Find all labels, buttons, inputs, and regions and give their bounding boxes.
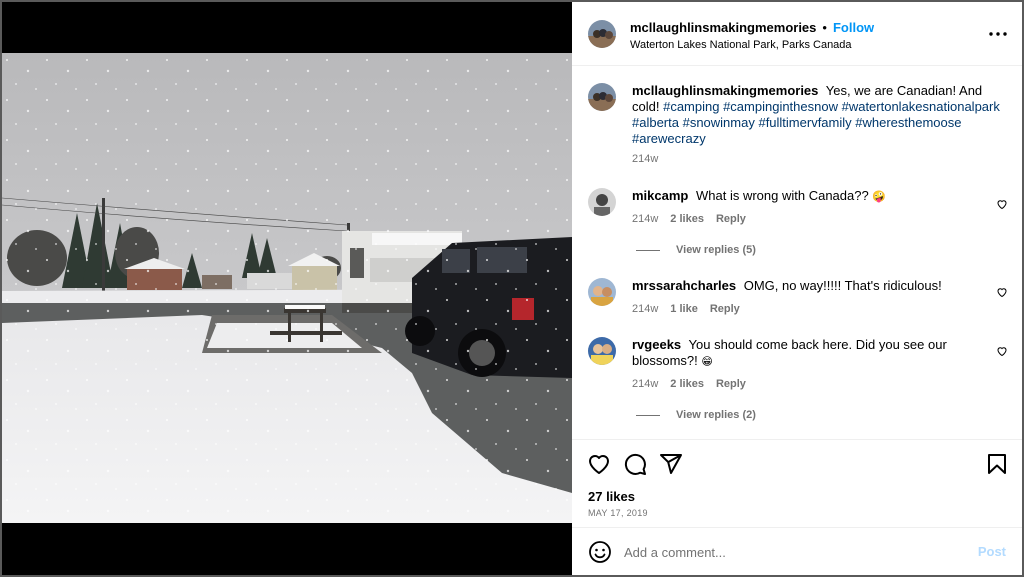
comment-reply-button[interactable]: Reply [716, 213, 746, 225]
comment-username[interactable]: mrssarahcharles [632, 278, 736, 293]
comment-text: What is wrong with Canada?? [696, 188, 869, 203]
post-modal: mcllaughlinsmakingmemories • Follow Watert… [2, 2, 1022, 575]
comment-username[interactable]: mikcamp [632, 188, 688, 203]
caption-username[interactable]: mcllaughlinsmakingmemories [632, 83, 818, 98]
more-icon[interactable] [988, 24, 1008, 44]
commenter-avatar[interactable] [588, 337, 616, 365]
author-line: mcllaughlinsmakingmemories • Follow [630, 20, 874, 35]
post-media [2, 2, 572, 575]
replies-divider [636, 249, 660, 251]
comment-username[interactable]: rvgeeks [632, 337, 681, 352]
commenter-avatar[interactable] [588, 278, 616, 306]
caption-time[interactable]: 214w [632, 153, 658, 165]
comment-body: rvgeeks You should come back here. Did y… [632, 337, 982, 370]
separator-dot: • [822, 20, 827, 35]
comment-likes[interactable]: 2 likes [670, 378, 704, 390]
follow-button[interactable]: Follow [833, 20, 874, 35]
comment-reply-button[interactable]: Reply [710, 303, 740, 315]
comment-likes[interactable]: 1 like [670, 303, 698, 315]
add-comment-bar: Post [572, 527, 1022, 575]
view-replies-label: View replies (5) [676, 244, 756, 256]
like-comment-heart-icon[interactable] [996, 198, 1008, 210]
comment-meta: 214w 2 likes Reply [632, 378, 758, 390]
like-comment-heart-icon[interactable] [996, 345, 1008, 357]
view-replies-label: View replies (2) [676, 409, 756, 421]
caption-body: mcllaughlinsmakingmemories Yes, we are C… [632, 83, 1002, 147]
comment-text: OMG, no way!!!!! That's ridiculous! [743, 278, 942, 293]
snowy-campground-photo [2, 53, 572, 523]
comment-time[interactable]: 214w [632, 213, 658, 225]
comment-meta: 214w 1 like Reply [632, 303, 752, 315]
emoji-icon[interactable] [588, 540, 612, 564]
caption-meta: 214w [632, 153, 670, 165]
commenter-avatar[interactable] [588, 188, 616, 216]
caption-avatar[interactable] [588, 83, 616, 111]
post-header: mcllaughlinsmakingmemories • Follow Watert… [572, 2, 1022, 66]
comment-time[interactable]: 214w [632, 378, 658, 390]
comments-section[interactable]: mcllaughlinsmakingmemories Yes, we are C… [572, 67, 1022, 439]
view-replies-button[interactable]: View replies (5) [632, 244, 756, 256]
share-icon[interactable] [659, 452, 683, 476]
comment-emoji: 😁 [701, 355, 713, 368]
author-avatar[interactable] [588, 20, 616, 48]
comment-reply-button[interactable]: Reply [716, 378, 746, 390]
post-photo[interactable] [2, 53, 572, 523]
comment-meta: 214w 2 likes Reply [632, 213, 758, 225]
replies-divider [636, 414, 660, 416]
post-comment-button[interactable]: Post [978, 544, 1006, 559]
post-side-panel: mcllaughlinsmakingmemories • Follow Watert… [572, 2, 1022, 575]
bookmark-icon[interactable] [985, 452, 1009, 476]
comment-input[interactable] [624, 540, 954, 564]
comment-emoji: 🤪 [872, 190, 887, 203]
comment-body: mikcamp What is wrong with Canada?? 🤪 [632, 188, 982, 205]
likes-count[interactable]: 27 likes [588, 489, 635, 504]
comment-time[interactable]: 214w [632, 303, 658, 315]
comment-body: mrssarahcharles OMG, no way!!!!! That's … [632, 278, 982, 294]
author-username[interactable]: mcllaughlinsmakingmemories [630, 20, 816, 35]
post-location[interactable]: Waterton Lakes National Park, Parks Cana… [630, 39, 852, 51]
comment-icon[interactable] [623, 452, 647, 476]
comment-likes[interactable]: 2 likes [670, 213, 704, 225]
post-date: MAY 17, 2019 [588, 508, 648, 518]
like-comment-heart-icon[interactable] [996, 286, 1008, 298]
caption-hashtags[interactable]: #camping #campinginthesnow #watertonlake… [632, 99, 1000, 146]
heart-icon[interactable] [587, 452, 611, 476]
view-replies-button[interactable]: View replies (2) [632, 409, 756, 421]
